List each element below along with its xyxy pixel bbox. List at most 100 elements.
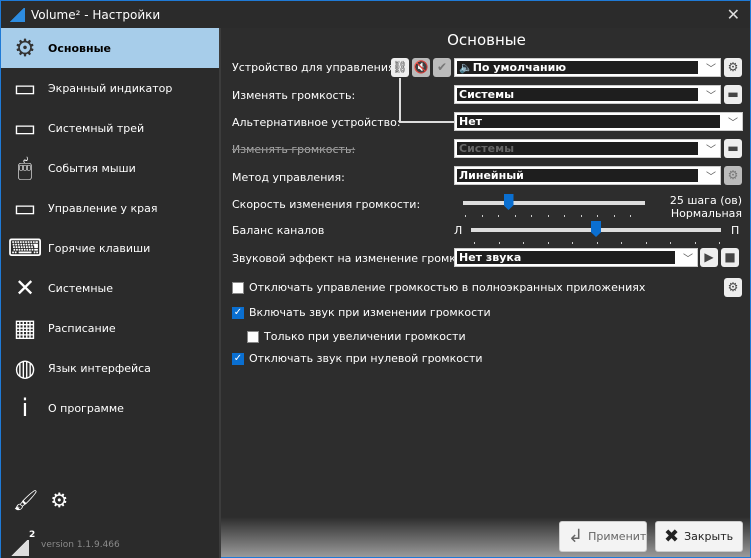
method-label: Метод управления: [232,171,345,184]
checkbox[interactable] [232,281,244,294]
checkbox[interactable] [247,330,259,343]
sidebar-item-globe[interactable]: ◍ Язык интерфейса [1,348,219,388]
device-label: Устройство для управления: [232,61,399,74]
device-select[interactable]: 🔈По умолчанию ﹀ [454,58,721,77]
device-settings-gear-icon[interactable]: ⚙ [724,58,742,77]
close-button[interactable]: ✖ Закрыть [655,521,743,552]
mute-icon[interactable]: 🔇 [412,58,430,77]
info-icon: i [21,394,29,422]
main-panel: Основные Устройство для управления: ⛓ 🔇 … [223,28,750,518]
change-volume2-label: Изменять громкость: [232,143,356,156]
checkbox-label: Отключать управление громкостью в полноэ… [249,281,646,294]
chevron-down-icon: ﹀ [728,118,738,129]
apply-icon: ↲ [568,526,584,547]
change-volume-select[interactable]: Системы ﹀ [454,85,721,104]
balance-slider-thumb[interactable] [591,221,601,237]
sidebar-item-label: Экранный индикатор [48,81,173,95]
sidebar-item-keyboard[interactable]: ⌨ Горячие клавиши [1,228,219,268]
apply-button[interactable]: ↲ Применить [559,521,653,552]
sidebar-item-tools[interactable]: ✕ Системные [1,268,219,308]
method-settings-gear-icon: ⚙ [724,166,742,185]
speed-tick [580,215,582,217]
speed-tick [481,215,483,217]
method-select[interactable]: Линейный ﹀ [454,166,721,185]
balance-tick [645,242,647,244]
checkbox-label: Включать звук при изменении громкости [249,306,491,319]
volume-logo-icon [9,540,29,556]
balance-tick [719,242,720,244]
sidebar-item-label: Системный трей [48,121,145,135]
sidebar-item-label: Системные [48,281,113,295]
alt-device-label: Альтернативное устройство: [232,116,401,129]
page-title: Основные [447,31,526,49]
balance-tick [474,242,475,244]
fullscreen-settings-gear-icon[interactable]: ⚙ [724,278,742,297]
sidebar-item-tray[interactable]: ▭ Системный трей [1,108,219,148]
method-value: Линейный [457,169,698,182]
change-volume-label: Изменять громкость: [232,89,356,102]
speed-tick [547,215,549,217]
settings-window: Volume² - Настройки ✕ ⚙ Основные ▭ Экранный… [0,0,751,558]
chevron-down-icon: ﹀ [706,91,716,102]
link-icon[interactable]: ⛓ [391,58,409,77]
balance-tick [498,242,500,244]
speed-slider[interactable] [463,201,645,205]
check-icon[interactable]: ✔ [433,58,451,77]
monitor-icon: ▭ [13,74,37,102]
play-icon[interactable]: ▶ [700,248,718,267]
checkbox[interactable]: ✓ [232,306,244,319]
effect-select[interactable]: Нет звука ﹀ [454,248,698,267]
chevron-down-icon: ﹀ [706,145,716,156]
speed-tick [514,215,516,217]
sidebar-item-monitor[interactable]: ▭ Экранный индикатор [1,68,219,108]
advanced-settings-icon[interactable]: ⚙ [50,488,68,512]
mouse-icon: 🖱 [17,154,33,182]
logo-superscript: 2 [29,530,36,540]
app-logo-icon [9,7,25,22]
checkbox-option[interactable]: Только при увеличении громкости [247,330,466,343]
chevron-down-icon: ﹀ [683,254,693,265]
sidebar-item-screen-edge[interactable]: ▭ Управление у края [1,188,219,228]
speed-slider-thumb[interactable] [503,194,514,210]
sidebar-item-label: Основные [48,41,111,55]
checkbox[interactable]: ✓ [232,352,244,365]
speed-value: 25 шага (ов) [669,194,742,207]
checkbox-option[interactable]: ✓ Отключать звук при нулевой громкости [232,352,483,365]
sidebar-item-label: О программе [48,401,124,415]
sidebar: ⚙ Основные ▭ Экранный индикатор ▭ Системный т… [1,28,221,558]
checkbox-option[interactable]: ✓ Включать звук при изменении громкости [232,306,491,319]
gear-icon: ⚙ [14,34,36,62]
paint-roller-icon[interactable]: 🖌 [13,488,38,512]
version-label: version 1.1.9.466 [41,540,120,550]
effect-label: Звуковой эффект на изменение громкости: [232,252,486,265]
apply-label: Применить [588,530,653,543]
speed-tick [597,215,598,217]
balance-label: Баланс каналов [232,224,325,237]
checkbox-option[interactable]: Отключать управление громкостью в полноэ… [232,281,645,294]
balance-tick [547,242,549,244]
link-connector-h [399,121,455,123]
folder-icon[interactable]: ▬ [724,85,742,104]
tools-icon: ✕ [14,274,36,302]
speed-tick [630,215,631,217]
sidebar-item-calendar[interactable]: ▦ Расписание [1,308,219,348]
sidebar-item-label: События мыши [48,161,136,175]
sidebar-item-gear[interactable]: ⚙ Основные [1,28,219,68]
sidebar-item-label: Язык интерфейса [48,361,151,375]
speed-tick [613,215,615,217]
screen-edge-icon: ▭ [13,194,37,222]
checkbox-label: Отключать звук при нулевой громкости [249,352,483,365]
folder-icon: ▬ [724,139,742,158]
speed-label: Скорость изменения громкости: [232,198,421,211]
sidebar-item-mouse[interactable]: 🖱 События мыши [1,148,219,188]
sidebar-item-label: Расписание [48,321,116,335]
keyboard-icon: ⌨ [7,234,43,262]
sidebar-item-label: Горячие клавиши [48,241,151,255]
balance-left-label: Л [454,224,463,237]
alt-device-select[interactable]: Нет ﹀ [454,112,743,131]
sidebar-item-info[interactable]: i О программе [1,388,219,428]
stop-icon[interactable]: ■ [721,248,739,267]
balance-tick [694,242,696,244]
close-window-button[interactable]: ✕ [727,5,740,24]
speed-tick [498,215,499,217]
